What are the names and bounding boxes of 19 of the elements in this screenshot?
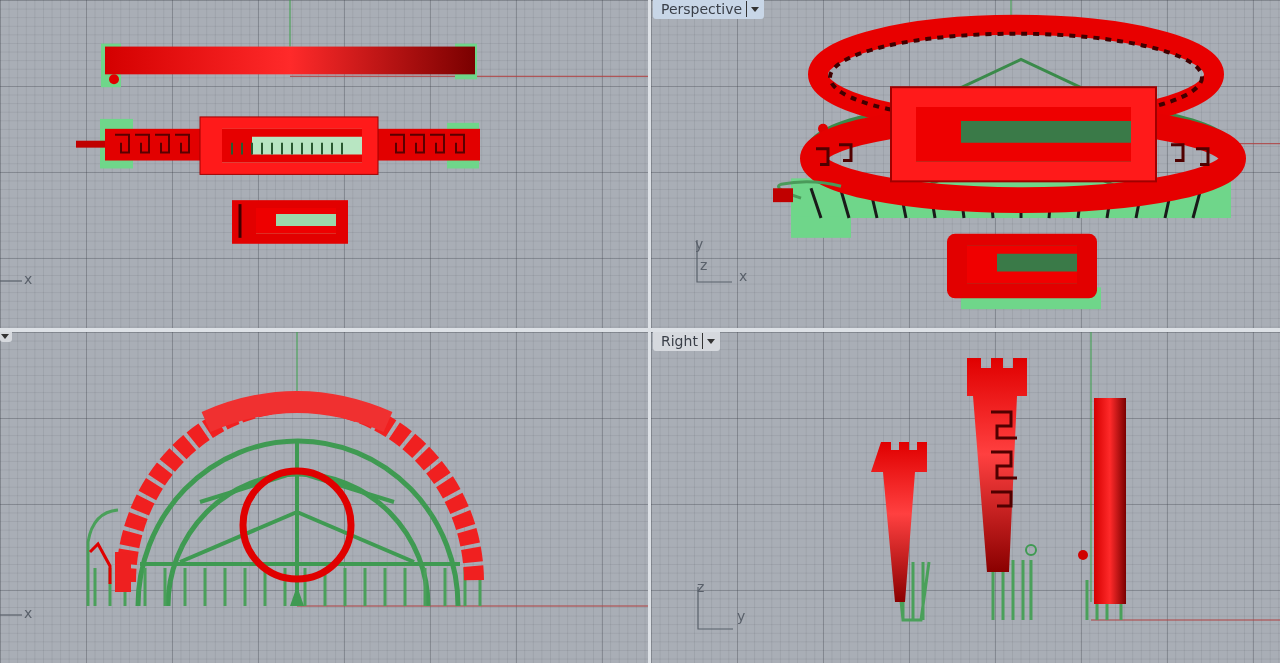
axis-gizmo-icon	[0, 614, 24, 616]
caret-icon	[706, 338, 715, 344]
viewport-tab[interactable]: Perspective	[653, 0, 765, 19]
axis-line	[289, 0, 291, 48]
axis-gizmo-icon	[696, 240, 734, 284]
axis-label: x	[739, 268, 748, 284]
viewport-tab[interactable]	[0, 332, 12, 342]
caret-icon	[1, 334, 9, 339]
viewport[interactable]: Right z y	[651, 332, 1280, 663]
axis-label: x	[24, 605, 33, 621]
axis-label: y	[737, 608, 746, 624]
caret-icon	[751, 6, 760, 12]
axis-label: y	[695, 236, 704, 252]
axis-label: z	[697, 579, 705, 595]
axis-label: z	[700, 257, 708, 273]
axis-label: x	[24, 271, 33, 287]
axis-gizmo-icon	[0, 280, 24, 282]
viewport-tab[interactable]: Right	[653, 332, 720, 351]
viewport[interactable]: Perspective y z x	[651, 0, 1280, 328]
